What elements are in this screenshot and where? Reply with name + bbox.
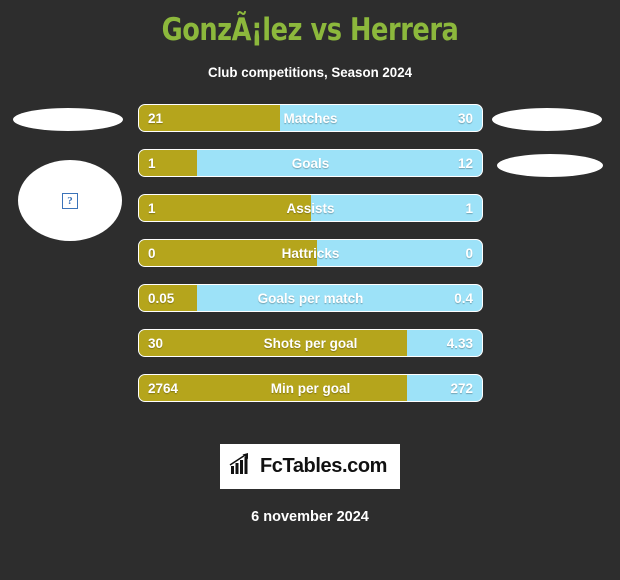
fctables-logo[interactable]: FcTables.com (220, 444, 400, 489)
stat-label: Assists (286, 200, 335, 216)
page-subtitle: Club competitions, Season 2024 (207, 64, 412, 80)
comparison-content: ? 21 Matches 30 1 Goals 12 1 Assists 1 0 Hattricks… (0, 104, 620, 404)
stat-bar-row: 1 Goals 12 (138, 149, 483, 177)
bar-chart-arrow-icon (229, 453, 255, 480)
stat-bar-row: 0 Hattricks 0 (138, 239, 483, 267)
away-player-avatar-placeholder (497, 154, 603, 177)
stat-bars: 21 Matches 30 1 Goals 12 1 Assists 1 0 Hattricks 0 0… (138, 104, 483, 419)
stat-bar-row: 2764 Min per goal 272 (138, 374, 483, 402)
stat-bar-row: 1 Assists 1 (138, 194, 483, 222)
stat-bar-row: 21 Matches 30 (138, 104, 483, 132)
home-player-name-placeholder (13, 108, 123, 131)
page-title: GonzÃ¡lez vs Herrera (161, 12, 459, 48)
stat-bar-row: 30 Shots per goal 4.33 (138, 329, 483, 357)
date-label: 6 november 2024 (251, 509, 369, 525)
stat-comparison-page: GonzÃ¡lez vs Herrera Club competitions, … (0, 0, 620, 580)
stat-label: Shots per goal (263, 335, 358, 351)
stat-label: Goals per match (257, 290, 364, 306)
footer: FcTables.com 6 november 2024 (0, 444, 620, 525)
home-player-avatar: ? (18, 160, 122, 241)
stat-label: Matches (283, 110, 338, 126)
stat-label: Min per goal (270, 380, 351, 396)
stat-label: Goals (291, 155, 330, 171)
broken-image-icon: ? (62, 192, 78, 209)
stat-bar-row: 0.05 Goals per match 0.4 (138, 284, 483, 312)
away-player-name-placeholder (492, 108, 602, 131)
stat-label: Hattricks (281, 245, 340, 261)
logo-text: FcTables.com (259, 455, 388, 477)
